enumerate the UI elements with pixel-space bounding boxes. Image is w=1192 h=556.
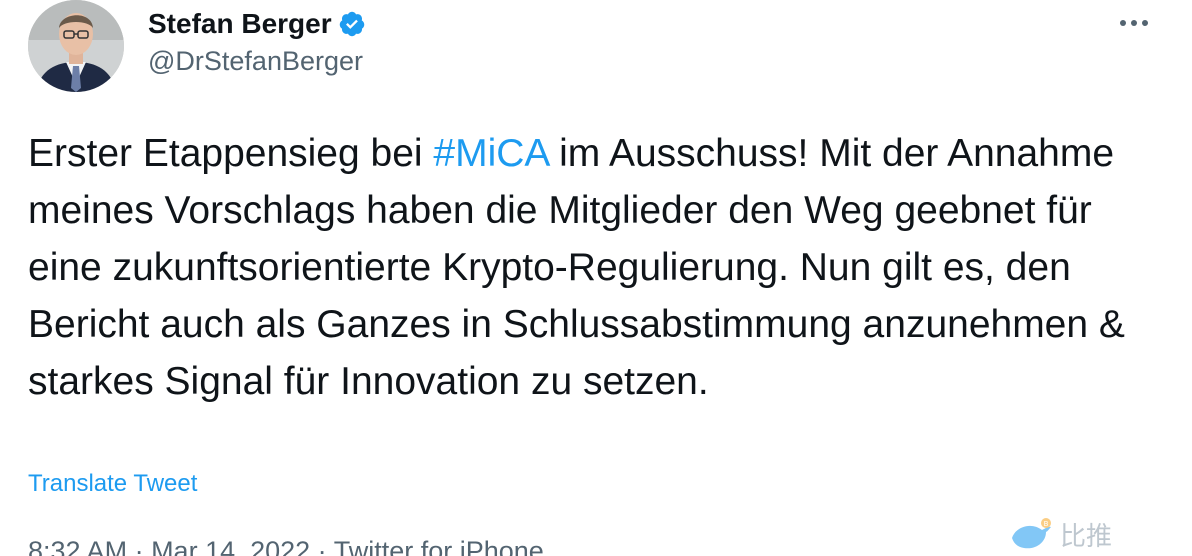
author-name[interactable]: Stefan Berger	[148, 8, 332, 40]
hashtag-link[interactable]: #MiCA	[433, 132, 548, 175]
tweet-source[interactable]: Twitter for iPhone	[334, 536, 544, 556]
avatar[interactable]	[28, 0, 124, 92]
watermark: B 比推	[1008, 512, 1178, 556]
tweet-text: Erster Etappensieg bei #MiCA im Ausschus…	[28, 125, 1148, 410]
author-handle[interactable]: @DrStefanBerger	[148, 46, 363, 77]
author-name-row: Stefan Berger	[148, 4, 366, 44]
tweet-card: Stefan Berger @DrStefanBerger Erster Eta…	[0, 0, 1192, 556]
meta-separator: ·	[127, 536, 152, 556]
more-horizontal-icon	[1120, 20, 1148, 26]
tweet-metadata: 8:32 AM · Mar 14, 2022 · Twitter for iPh…	[28, 536, 544, 556]
svg-text:B: B	[1044, 520, 1049, 528]
meta-separator: ·	[310, 536, 334, 556]
watermark-text: 比推	[1060, 521, 1113, 552]
tweet-time[interactable]: 8:32 AM	[28, 536, 127, 556]
tweet-text-part: Erster Etappensieg bei	[28, 132, 434, 175]
more-options-button[interactable]	[1112, 8, 1156, 38]
verified-badge-icon	[338, 10, 366, 38]
profile-photo-icon	[28, 0, 124, 92]
bird-logo-icon: B	[1012, 518, 1051, 549]
translate-tweet-link[interactable]: Translate Tweet	[28, 470, 197, 498]
tweet-date[interactable]: Mar 14, 2022	[151, 536, 310, 556]
